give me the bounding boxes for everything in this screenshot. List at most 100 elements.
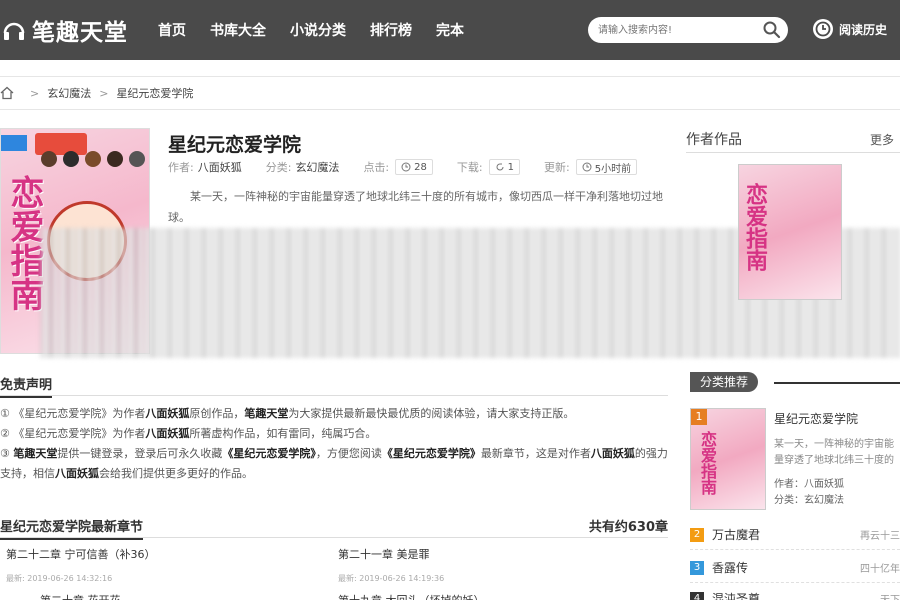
rank-number: 4 <box>690 591 704 600</box>
clicks-value: 28 <box>414 161 427 173</box>
rank-book-name: 万古魔君 <box>712 528 761 542</box>
rec-author: 作者：八面妖狐 <box>774 479 844 490</box>
category-link[interactable]: 玄幻魔法 <box>295 159 339 175</box>
category-recommend-tab: 分类推荐 <box>690 372 759 392</box>
author-name: 八面妖狐 <box>145 407 190 420</box>
rank-number: 3 <box>690 560 704 575</box>
chapter-link[interactable]: 第二十章 花开花 <box>40 592 121 600</box>
site-name: 笔趣天堂 <box>32 20 128 46</box>
cover-title: 恋爱指南 <box>4 175 44 311</box>
more-link[interactable]: 更多 <box>870 131 894 148</box>
breadcrumb-book[interactable]: 星纪元恋爱学院 <box>116 85 193 101</box>
recommended-book-desc: 某一天，一阵神秘的宇宙能量穿透了地球北纬三十度的 <box>774 439 894 466</box>
recommended-book-title[interactable]: 星纪元恋爱学院 <box>774 410 858 427</box>
rank-list-item[interactable]: 4 混沌圣尊 天下 <box>690 584 900 600</box>
rank-list-item[interactable]: 3 香露传 四十亿年 <box>690 553 900 583</box>
updated-badge: 5小时前 <box>575 159 638 175</box>
text: 为大家提供最新最快最优质的阅读体验，请大家支持正版。 <box>288 407 575 420</box>
divider <box>686 152 900 153</box>
cover-tag <box>35 133 87 155</box>
author-name: 八面妖狐 <box>590 447 635 460</box>
disclaimer-line: ② 《星纪元恋爱学院》为作者八面妖狐所著虚构作品，如有雷同，纯属巧合。 <box>0 424 668 444</box>
book-name: 《星纪元恋爱学院》 <box>381 447 481 460</box>
rank-list-item[interactable]: 2 万古魔君 再云十三 <box>690 520 900 550</box>
disclaimer-text: ① 《星纪元恋爱学院》为作者八面妖狐原创作品，笔趣天堂为大家提供最新最快最优质的… <box>0 404 668 484</box>
top-header: 笔趣天堂 首页 书库大全 小说分类 排行榜 完本 阅读历史 <box>0 0 900 60</box>
cover-figure <box>63 151 79 167</box>
chapter-date: 最新: 2019-06-26 14:32:16 <box>6 574 113 583</box>
line-marker: ② <box>0 427 10 440</box>
cover-figure <box>129 151 145 167</box>
recommended-book-cover[interactable]: 1 恋爱指南 <box>690 408 766 510</box>
chapter-link[interactable]: 第二十一章 美是罪 <box>338 546 430 562</box>
text: 所著虚构作品，如有雷同，纯属巧合。 <box>189 427 377 440</box>
breadcrumb-category[interactable]: 玄幻魔法 <box>47 85 91 101</box>
clock-icon <box>401 162 411 172</box>
cover-figure <box>41 151 57 167</box>
updated-label: 更新: <box>543 161 570 174</box>
nav-library[interactable]: 书库大全 <box>210 20 266 40</box>
text: 提供一键登录，登录后可永久收藏 <box>57 447 223 460</box>
author-work-cover[interactable]: 恋爱指南 <box>738 164 842 300</box>
disclaimer-line: ① 《星纪元恋爱学院》为作者八面妖狐原创作品，笔趣天堂为大家提供最新最快最优质的… <box>0 404 668 424</box>
search-box <box>588 17 788 43</box>
book-name: 《星纪元恋爱学院》 <box>222 447 316 460</box>
author-link[interactable]: 八面妖狐 <box>198 159 242 175</box>
book-title: 星纪元恋爱学院 <box>168 134 302 156</box>
breadcrumb: > 玄幻魔法 > 星纪元恋爱学院 <box>0 76 900 110</box>
home-icon[interactable] <box>0 86 14 100</box>
site-logo[interactable]: 笔趣天堂 <box>0 10 128 50</box>
disclaimer-header: 免责声明 <box>0 372 668 398</box>
reading-history-button[interactable]: 阅读历史 <box>812 18 887 40</box>
nav-rankings[interactable]: 排行榜 <box>370 20 412 40</box>
breadcrumb-separator: > <box>99 86 109 100</box>
text: ，方便您阅读 <box>315 447 382 460</box>
author-label: 作者: <box>168 161 194 174</box>
disclaimer-title: 免责声明 <box>0 374 53 398</box>
chapter-link[interactable]: 第二十二章 宁可信善（补36） <box>6 546 156 562</box>
chapters-header: 星纪元恋爱学院最新章节 共有约630章 <box>0 514 668 540</box>
nav-completed[interactable]: 完本 <box>436 20 464 40</box>
clock-icon <box>813 19 833 39</box>
text: 《星纪元恋爱学院》为作者 <box>13 427 146 440</box>
search-input[interactable] <box>598 21 758 39</box>
text: 会给我们提供更多更好的作品。 <box>99 467 253 480</box>
rec-cover-title: 恋爱指南 <box>698 431 717 495</box>
refresh-icon <box>496 163 504 171</box>
rank-book-name: 混沌圣尊 <box>712 592 761 600</box>
disclaimer-line: ③ 笔趣天堂提供一键登录，登录后可永久收藏《星纪元恋爱学院》，方便您阅读《星纪元… <box>0 444 668 484</box>
line-marker: ③ <box>0 447 10 460</box>
side-cover-title: 恋爱指南 <box>742 183 768 271</box>
history-label: 阅读历史 <box>839 22 888 37</box>
chapters-title: 星纪元恋爱学院最新章节 <box>0 516 144 540</box>
main-nav: 首页 书库大全 小说分类 排行榜 完本 <box>158 0 488 60</box>
rank-author: 再云十三 <box>860 531 900 542</box>
clicks-label: 点击: <box>363 161 390 174</box>
clock-icon <box>582 162 592 172</box>
headphones-logo-icon <box>3 22 25 40</box>
nav-home[interactable]: 首页 <box>158 20 186 40</box>
cover-badge <box>1 135 27 151</box>
cover-figure <box>85 151 101 167</box>
divider <box>774 382 900 384</box>
author-works-title: 作者作品 <box>686 132 742 148</box>
downloads-badge: 1 <box>488 159 520 175</box>
chapter-link[interactable]: 第十九章 大回头（坏掉的妖） <box>338 592 485 600</box>
rank-book-name: 香露传 <box>712 561 749 575</box>
site-name: 笔趣天堂 <box>244 407 289 420</box>
clicks-badge: 28 <box>395 159 433 175</box>
author-name: 八面妖狐 <box>55 467 99 480</box>
book-intro: 某一天，一阵神秘的宇宙能量穿透了地球北纬三十度的所有城市，像切西瓜一样干净利落地… <box>168 190 663 224</box>
site-name: 笔趣天堂 <box>13 447 58 460</box>
nav-categories[interactable]: 小说分类 <box>290 20 346 40</box>
downloads-label: 下载: <box>456 161 483 174</box>
chapter-date: 最新: 2019-06-26 14:19:36 <box>338 574 445 583</box>
rank-author: 天下 <box>880 591 900 600</box>
rank-author: 四十亿年 <box>860 564 900 575</box>
category-label: 分类: <box>265 161 292 174</box>
cover-figure <box>107 151 123 167</box>
search-icon[interactable] <box>762 20 782 40</box>
updated-value: 5小时前 <box>594 163 632 175</box>
text: 原创作品， <box>189 407 245 420</box>
text: 《星纪元恋爱学院》为作者 <box>13 407 146 420</box>
